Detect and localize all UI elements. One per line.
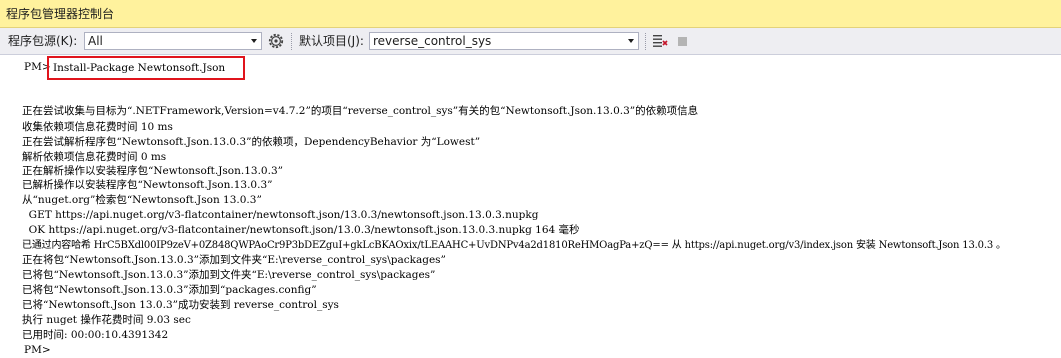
toolbar-separator <box>291 33 292 50</box>
title-bar[interactable]: 程序包管理器控制台 <box>0 0 1061 28</box>
console-line: 执行 nuget 操作花费时间 9.03 sec <box>22 314 191 326</box>
gear-icon[interactable] <box>267 32 285 50</box>
package-manager-console-window: 程序包管理器控制台 程序包源(K): All 默认项目(J): reverse_… <box>0 0 1061 358</box>
package-source-dropdown[interactable]: All <box>84 32 262 50</box>
console-line: 正在尝试解析程序包“Newtonsoft.Json.13.0.3”的依赖项，De… <box>22 136 481 148</box>
console-line: 正在尝试收集与目标为“.NETFramework,Version=v4.7.2”… <box>22 105 699 117</box>
console-line: 已通过内容哈希 HrC5BXdl00IP9zeV+0Z848QWPAoCr9P3… <box>22 240 1006 251</box>
default-project-value: reverse_control_sys <box>373 34 492 48</box>
package-source-value: All <box>88 34 103 48</box>
clear-console-icon[interactable] <box>651 32 669 50</box>
console-line: 已将包“Newtonsoft.Json.13.0.3”添加到“packages.… <box>22 284 317 296</box>
chevron-down-icon[interactable] <box>624 33 638 49</box>
console-line: 已解析操作以安装程序包“Newtonsoft.Json.13.0.3” <box>22 179 273 191</box>
console-output[interactable]: PM> Install-Package Newtonsoft.Json 正在尝试… <box>0 55 1061 358</box>
console-line: 已用时间: 00:00:10.4391342 <box>22 329 169 341</box>
console-line: 正在解析操作以安装程序包“Newtonsoft.Json.13.0.3” <box>22 165 283 177</box>
console-line: 已将“Newtonsoft.Json 13.0.3”成功安装到 reverse_… <box>22 299 339 311</box>
window-title: 程序包管理器控制台 <box>6 7 115 21</box>
console-line: 收集依赖项信息花费时间 10 ms <box>22 121 173 133</box>
toolbar: 程序包源(K): All 默认项目(J): reverse_control_sy… <box>0 28 1061 55</box>
default-project-dropdown[interactable]: reverse_control_sys <box>369 32 639 50</box>
console-line: OK https://api.nuget.org/v3-flatcontaine… <box>22 224 580 236</box>
console-line: 已将包“Newtonsoft.Json.13.0.3”添加到文件夹“E:\rev… <box>22 269 436 281</box>
install-command: Install-Package Newtonsoft.Json <box>53 62 226 74</box>
stop-icon[interactable] <box>674 32 692 50</box>
package-source-label: 程序包源(K): <box>8 34 78 48</box>
console-line: GET https://api.nuget.org/v3-flatcontain… <box>22 209 539 221</box>
chevron-down-icon[interactable] <box>247 33 261 49</box>
console-line: 从“nuget.org”检索包“Newtonsoft.Json 13.0.3” <box>22 194 262 206</box>
console-line: 解析依赖项信息花费时间 0 ms <box>22 151 167 163</box>
console-line: 正在将包“Newtonsoft.Json.13.0.3”添加到文件夹“E:\re… <box>22 254 446 266</box>
console-prompt-final: PM> <box>24 344 51 356</box>
highlighted-command-box: Install-Package Newtonsoft.Json <box>47 56 245 80</box>
toolbar-separator <box>645 33 646 50</box>
default-project-label: 默认项目(J): <box>299 34 364 48</box>
